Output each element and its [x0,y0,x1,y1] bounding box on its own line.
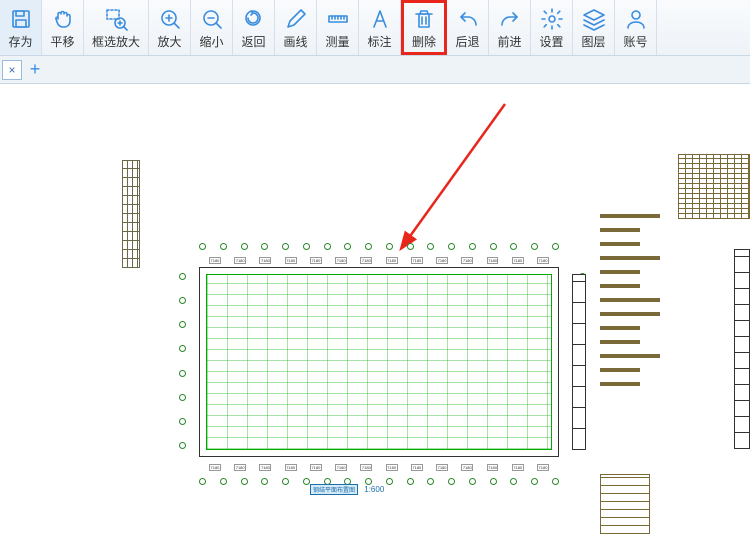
toolbar: 存为 平移 框选放大 放大 缩小 返回 画线 测量 标注 删除 后退 [0,0,750,56]
layers-button[interactable]: 图层 [573,0,615,55]
floorplan-drawing: 7180718071807180718071807180718071807180… [185,249,580,479]
zoom-in-button[interactable]: 放大 [149,0,191,55]
account-label: 账号 [624,33,648,50]
saveas-button[interactable]: 存为 [0,0,42,55]
measure-button[interactable]: 测量 [317,0,359,55]
pan-button[interactable]: 平移 [42,0,84,55]
zoom-window-button[interactable]: 框选放大 [84,0,149,55]
delete-button[interactable]: 删除 [401,0,447,55]
undo-icon [456,7,480,31]
drawing-scale: 1:600 [364,485,384,494]
grid-bubbles-top [199,243,559,250]
grid-bubbles-left [179,273,186,449]
delete-label: 删除 [412,33,436,50]
undo-label: 后退 [456,33,480,50]
return-icon [242,7,266,31]
grid-outer-frame [199,267,559,457]
account-button[interactable]: 账号 [615,0,657,55]
drawing-canvas[interactable]: 7180718071807180718071807180718071807180… [0,84,750,507]
callout-arrow [390,94,530,254]
drawline-label: 画线 [284,33,308,50]
drawline-button[interactable]: 画线 [275,0,317,55]
zoom-out-button[interactable]: 缩小 [191,0,233,55]
zoomout-label: 缩小 [200,33,224,50]
tab-bar: × + [0,56,750,84]
annotation-strips [600,214,664,396]
gear-icon [540,7,564,31]
undo-button[interactable]: 后退 [447,0,489,55]
ruler-icon [326,7,350,31]
zoom-window-icon [104,7,128,31]
add-tab-button[interactable]: + [25,60,45,80]
return-label: 返回 [242,33,266,50]
text-icon [368,7,392,31]
user-icon [624,7,648,31]
layers-icon [582,7,606,31]
pencil-icon [284,7,308,31]
right-building-block [678,154,750,219]
redo-icon [498,7,522,31]
trash-icon [412,7,436,31]
drawing-title-tag: 钢结平面布置图 [310,484,358,495]
hand-icon [51,7,75,31]
layers-label: 图层 [582,33,606,50]
return-button[interactable]: 返回 [233,0,275,55]
zoom-out-icon [200,7,224,31]
grid-green-mesh [206,274,552,450]
pan-label: 平移 [50,33,74,50]
dim-labels-bottom: 7180718071807180718071807180718071807180… [209,464,549,471]
left-hatch-block [122,160,140,268]
close-tab-button[interactable]: × [2,60,22,80]
zoomwin-label: 框选放大 [92,33,140,50]
drawing-title: 钢结平面布置图 1:600 [310,484,384,495]
saveas-label: 存为 [8,33,32,50]
far-right-column [734,249,750,449]
dim-labels-top: 7180718071807180718071807180718071807180… [209,257,549,264]
right-small-table [600,474,650,534]
save-icon [9,7,33,31]
annotate-button[interactable]: 标注 [359,0,401,55]
side-column-right [572,274,586,450]
zoom-in-icon [158,7,182,31]
measure-label: 测量 [326,33,350,50]
redo-button[interactable]: 前进 [489,0,531,55]
zoomin-label: 放大 [158,33,182,50]
settings-label: 设置 [540,33,564,50]
redo-label: 前进 [498,33,522,50]
settings-button[interactable]: 设置 [531,0,573,55]
annotate-label: 标注 [368,33,392,50]
